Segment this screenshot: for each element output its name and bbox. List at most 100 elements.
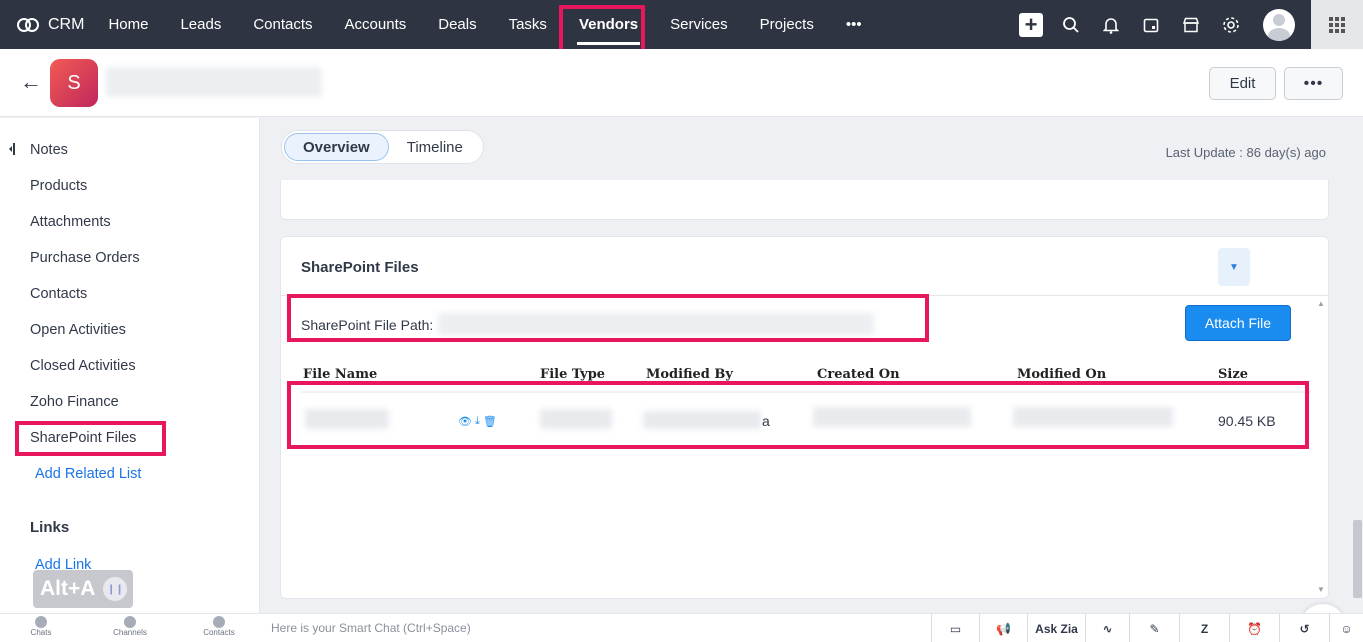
- back-arrow-icon[interactable]: ←: [20, 69, 42, 95]
- nav-deals[interactable]: Deals: [422, 0, 492, 49]
- column-header-modified-on: Modified On: [1017, 367, 1107, 382]
- sidebar-item-products[interactable]: Products: [30, 178, 87, 194]
- sidebar-item-open-activities[interactable]: Open Activities: [30, 322, 126, 338]
- bottom-contacts-button[interactable]: Contacts: [189, 616, 249, 637]
- top-actions: +: [1011, 0, 1363, 49]
- bell-icon: [1103, 17, 1119, 34]
- contacts-icon: [213, 616, 225, 628]
- nav-more-button[interactable]: •••: [830, 0, 878, 49]
- attach-file-button[interactable]: Attach File: [1185, 305, 1291, 341]
- nav-contacts[interactable]: Contacts: [237, 0, 328, 49]
- record-name-redacted: [106, 67, 322, 97]
- page-scrollbar[interactable]: [1352, 180, 1362, 610]
- monitor-icon: ▭: [949, 621, 962, 636]
- section-toggle-button[interactable]: ▼: [1218, 248, 1250, 286]
- scroll-down-arrow-icon[interactable]: ▼: [1317, 585, 1325, 594]
- shortcut-badge[interactable]: Alt+A ❙❙: [33, 570, 133, 608]
- bottom-chats-label: Chats: [30, 628, 52, 637]
- notes-button[interactable]: ✎: [1129, 614, 1179, 642]
- scrollbar-thumb[interactable]: [1353, 520, 1362, 598]
- nav-leads[interactable]: Leads: [164, 0, 237, 49]
- main-content: Overview Timeline Last Update : 86 day(s…: [261, 118, 1363, 642]
- nav-tasks[interactable]: Tasks: [493, 0, 563, 49]
- nav-home[interactable]: Home: [92, 0, 164, 49]
- user-avatar[interactable]: [1263, 8, 1295, 41]
- nav-projects[interactable]: Projects: [744, 0, 830, 49]
- column-header-file-name: File Name: [303, 367, 378, 382]
- tab-overview[interactable]: Overview: [284, 133, 389, 161]
- bottom-contacts-label: Contacts: [203, 628, 235, 637]
- crm-logo-icon: [17, 17, 39, 32]
- related-list-sidebar: Notes Products Attachments Purchase Orde…: [0, 118, 260, 613]
- top-nav-bar: CRM Home Leads Contacts Accounts Deals T…: [0, 0, 1363, 63]
- search-button[interactable]: [1051, 0, 1091, 49]
- ask-zia-button[interactable]: Ask Zia: [1027, 614, 1085, 642]
- screen-share-button[interactable]: ▭: [931, 614, 979, 642]
- file-path-highlight-box: [287, 294, 929, 342]
- shortcut-label: Alt+A: [40, 577, 96, 600]
- feedback-icon: ☺: [1340, 621, 1353, 636]
- store-icon: [1182, 17, 1200, 32]
- files-scrollbar[interactable]: ▲ ▼: [1315, 297, 1327, 599]
- search-icon: [1063, 16, 1079, 33]
- calendar-button[interactable]: [1131, 0, 1171, 49]
- gear-icon: [1223, 16, 1239, 33]
- announcement-button[interactable]: 📢: [979, 614, 1027, 642]
- nav-accounts[interactable]: Accounts: [329, 0, 423, 49]
- history-button[interactable]: ↺: [1279, 614, 1329, 642]
- caret-down-icon: ▼: [1229, 261, 1239, 273]
- bottom-bar: Chats Channels Contacts Here is your Sma…: [0, 613, 1363, 642]
- column-header-file-type: File Type: [540, 367, 606, 382]
- tab-timeline[interactable]: Timeline: [389, 133, 481, 161]
- grid-icon: [1329, 16, 1345, 33]
- crm-brand[interactable]: CRM: [16, 16, 84, 34]
- column-header-modified-by: Modified By: [646, 367, 733, 382]
- marketplace-button[interactable]: [1171, 0, 1211, 49]
- note-icon: ✎: [1149, 621, 1160, 636]
- zia-button[interactable]: Z: [1179, 614, 1229, 642]
- main-nav: Home Leads Contacts Accounts Deals Tasks…: [92, 0, 877, 49]
- record-header: ← S Edit •••: [0, 49, 1363, 117]
- collapse-marker-icon[interactable]: [9, 143, 15, 155]
- smart-chat-input[interactable]: Here is your Smart Chat (Ctrl+Space): [271, 621, 471, 635]
- sharepoint-files-card: SharePoint Files ▼ SharePoint File Path:…: [280, 236, 1346, 642]
- scroll-up-arrow-icon[interactable]: ▲: [1317, 299, 1325, 308]
- column-header-size: Size: [1218, 367, 1248, 382]
- column-header-created-on: Created On: [817, 367, 900, 382]
- brand-label: CRM: [48, 15, 85, 33]
- bottom-tools: ▭ 📢 Ask Zia ∿ ✎ Z ⏰ ↺ ☺: [931, 614, 1363, 642]
- sidebar-item-purchase-orders[interactable]: Purchase Orders: [30, 250, 140, 266]
- apps-menu-button[interactable]: [1311, 0, 1363, 49]
- view-tabs: Overview Timeline: [281, 130, 484, 164]
- plus-icon: +: [1019, 12, 1043, 37]
- bottom-channels-button[interactable]: Channels: [100, 616, 160, 637]
- sidebar-item-zoho-finance[interactable]: Zoho Finance: [30, 394, 119, 410]
- sharepoint-highlight-box: [15, 421, 166, 456]
- edit-button[interactable]: Edit: [1209, 67, 1276, 100]
- settings-button[interactable]: [1211, 0, 1251, 49]
- file-row-highlight-box: [287, 381, 1309, 449]
- pulse-icon: ∿: [1102, 621, 1113, 636]
- sidebar-item-contacts[interactable]: Contacts: [30, 286, 87, 302]
- megaphone-icon: 📢: [996, 621, 1011, 636]
- feedback-button[interactable]: ☺: [1329, 614, 1363, 642]
- reminder-button[interactable]: ⏰: [1229, 614, 1279, 642]
- nav-vendors[interactable]: Vendors: [563, 0, 654, 49]
- record-more-button[interactable]: •••: [1284, 67, 1343, 100]
- previous-section-card: [280, 180, 1329, 220]
- nav-services[interactable]: Services: [654, 0, 744, 49]
- sidebar-item-attachments[interactable]: Attachments: [30, 214, 111, 230]
- record-avatar: S: [50, 59, 98, 107]
- bottom-chats-button[interactable]: Chats: [11, 616, 71, 637]
- activity-button[interactable]: ∿: [1085, 614, 1129, 642]
- sidebar-item-closed-activities[interactable]: Closed Activities: [30, 358, 136, 374]
- history-icon: ↺: [1299, 621, 1310, 636]
- links-heading: Links: [30, 519, 70, 536]
- bottom-channels-label: Channels: [113, 628, 147, 637]
- create-button[interactable]: +: [1011, 0, 1051, 49]
- sidebar-item-notes[interactable]: Notes: [30, 142, 68, 158]
- add-related-list-link[interactable]: Add Related List: [35, 466, 141, 482]
- channels-icon: [124, 616, 136, 628]
- notifications-button[interactable]: [1091, 0, 1131, 49]
- chat-icon: [35, 616, 47, 628]
